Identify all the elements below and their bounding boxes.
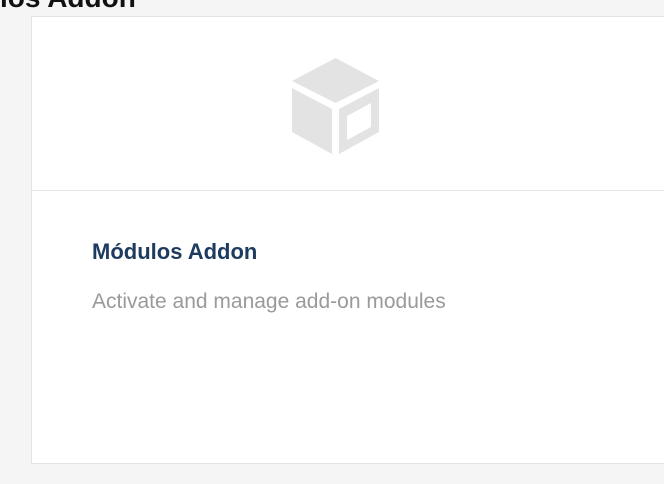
card-title[interactable]: Módulos Addon	[92, 238, 257, 266]
page-heading: los Addon	[0, 0, 136, 12]
cube-icon	[292, 58, 379, 154]
card-description: Activate and manage add-on modules	[92, 290, 446, 313]
page: los Addon Módulos Addon Activate and man…	[0, 0, 664, 484]
addon-modules-card[interactable]: Módulos Addon Activate and manage add-on…	[31, 16, 664, 464]
card-body: Módulos Addon Activate and manage add-on…	[32, 192, 664, 464]
card-icon-area	[32, 17, 664, 191]
